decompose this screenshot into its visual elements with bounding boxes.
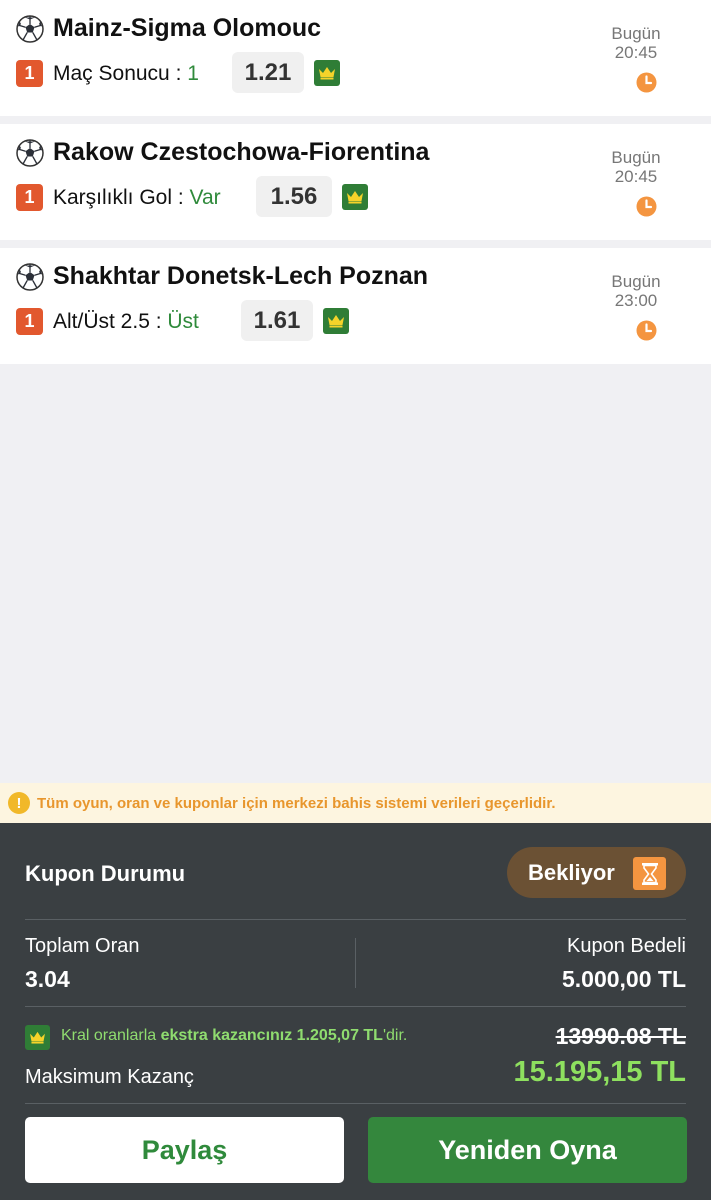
- clock-icon: [636, 72, 657, 93]
- match-title: Shakhtar Donetsk-Lech Poznan: [53, 262, 429, 290]
- info-notice: ! Tüm oyun, oran ve kuponlar için merkez…: [0, 783, 711, 823]
- status-text: Bekliyor: [528, 859, 615, 885]
- match-card[interactable]: Mainz-Sigma Olomouc 1 Maç Sonucu : 1 1.2…: [0, 0, 711, 116]
- replay-button[interactable]: Yeniden Oyna: [368, 1117, 687, 1183]
- match-datetime: Bugün 20:45: [601, 24, 671, 62]
- match-card[interactable]: Shakhtar Donetsk-Lech Poznan 1 Alt/Üst 2…: [0, 248, 711, 364]
- pick-number-badge: 1: [16, 184, 43, 211]
- original-win-amount: 13990.08 TL: [555, 1023, 686, 1049]
- match-time: 23:00: [614, 291, 658, 310]
- kral-suffix: 'dir.: [382, 1027, 408, 1044]
- market-label: Alt/Üst 2.5 : Üst: [53, 308, 199, 335]
- crown-icon: [323, 308, 349, 334]
- match-day: Bugün: [611, 272, 661, 291]
- stake-label: Kupon Bedeli: [567, 935, 686, 957]
- market-label: Karşılıklı Gol : Var: [53, 184, 221, 211]
- kral-prefix: Kral oranlarla: [61, 1027, 161, 1044]
- market-name: Alt/Üst 2.5 :: [53, 310, 168, 333]
- clock-icon: [636, 196, 657, 217]
- soccer-ball-icon: [16, 15, 44, 43]
- market-name: Karşılıklı Gol :: [53, 186, 190, 209]
- market-label: Maç Sonucu : 1: [53, 60, 199, 87]
- share-button[interactable]: Paylaş: [25, 1117, 344, 1183]
- max-win-label: Maksimum Kazanç: [25, 1066, 194, 1088]
- crown-icon: [25, 1025, 50, 1050]
- market-name: Maç Sonucu :: [53, 62, 188, 85]
- match-time: 20:45: [614, 167, 658, 186]
- pick-number-badge: 1: [16, 308, 43, 335]
- match-day: Bugün: [611, 24, 661, 43]
- match-title: Mainz-Sigma Olomouc: [53, 14, 322, 42]
- warning-icon: !: [8, 792, 30, 814]
- total-odds-value: 3.04: [25, 966, 70, 992]
- odds-value: 1.56: [256, 176, 332, 217]
- status-badge: Bekliyor: [507, 847, 686, 898]
- clock-icon: [636, 320, 657, 341]
- odds-value: 1.21: [232, 52, 304, 93]
- notice-text: Tüm oyun, oran ve kuponlar için merkezi …: [37, 794, 556, 812]
- total-odds-label: Toplam Oran: [25, 935, 140, 957]
- match-time: 20:45: [614, 43, 658, 62]
- kral-bonus-text: Kral oranlarla ekstra kazancınız 1.205,0…: [61, 1027, 407, 1045]
- soccer-ball-icon: [16, 139, 44, 167]
- match-day: Bugün: [611, 148, 661, 167]
- coupon-status-label: Kupon Durumu: [25, 861, 186, 886]
- divider: [25, 919, 686, 920]
- stake-value: 5.000,00 TL: [561, 966, 686, 992]
- coupon-summary-panel: Kupon Durumu Bekliyor Toplam Oran 3.04 K…: [0, 823, 711, 1200]
- max-win-value: 15.195,15 TL: [513, 1056, 687, 1088]
- divider: [25, 1006, 686, 1007]
- hourglass-icon: [633, 857, 666, 890]
- market-selection: Var: [189, 186, 221, 209]
- crown-icon: [342, 184, 368, 210]
- match-card[interactable]: Rakow Czestochowa-Fiorentina 1 Karşılıkl…: [0, 124, 711, 240]
- market-selection: 1: [187, 62, 199, 85]
- pick-number-badge: 1: [16, 60, 43, 87]
- match-datetime: Bugün 20:45: [601, 148, 671, 186]
- soccer-ball-icon: [16, 263, 44, 291]
- match-datetime: Bugün 23:00: [601, 272, 671, 310]
- market-selection: Üst: [167, 310, 199, 333]
- match-title: Rakow Czestochowa-Fiorentina: [53, 138, 430, 166]
- divider: [355, 938, 356, 988]
- divider: [25, 1103, 686, 1104]
- kral-extra-amount: ekstra kazancınız 1.205,07 TL: [160, 1027, 383, 1044]
- odds-value: 1.61: [241, 300, 313, 341]
- crown-icon: [314, 60, 340, 86]
